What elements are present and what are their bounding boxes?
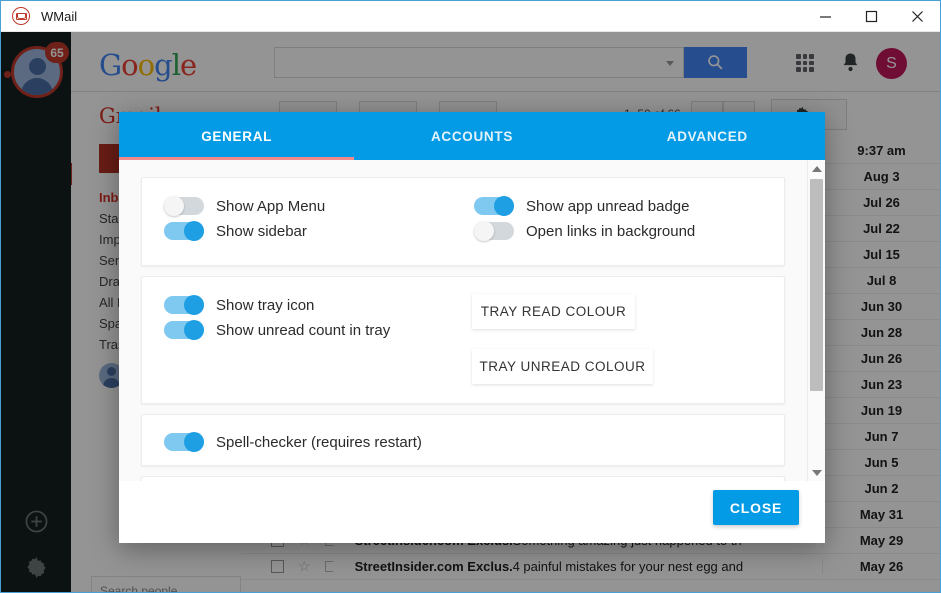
option-label: Show sidebar [216, 222, 307, 240]
tab-accounts[interactable]: ACCOUNTS [354, 112, 589, 160]
option-spell-checker[interactable]: Spell-checker (requires restart) [164, 430, 784, 454]
tray-read-colour-button[interactable]: TRAY READ COLOUR [472, 294, 635, 329]
option-show-app-menu[interactable]: Show App Menu [164, 194, 325, 218]
option-open-links-in-background[interactable]: Open links in background [474, 219, 695, 243]
scrollbar-thumb[interactable] [810, 179, 823, 391]
option-show-app-unread-badge[interactable]: Show app unread badge [474, 194, 695, 218]
settings-footer: CLOSE [119, 481, 825, 543]
settings-body: SSnapFiles Show App Menu Show sidebar [119, 160, 825, 481]
card1-left-column: Show App Menu Show sidebar [164, 194, 325, 244]
option-label: Show App Menu [216, 197, 326, 215]
toggle-show-unread-count-in-tray[interactable] [164, 320, 204, 340]
scroll-down-arrow-icon[interactable] [808, 464, 825, 481]
card2-left-column: Show tray icon Show unread count in tray [164, 293, 390, 343]
option-label: Spell-checker (requires restart) [216, 433, 422, 451]
option-show-unread-count-in-tray[interactable]: Show unread count in tray [164, 318, 390, 342]
wmail-window: WMail Google S Inbox Sent Drafts All Spa… [0, 0, 941, 593]
toggle-spell-checker[interactable] [164, 432, 204, 452]
toggle-show-sidebar[interactable] [164, 221, 204, 241]
wmail-envelope-icon [12, 7, 30, 25]
settings-cards: Show App Menu Show sidebar Show app unre… [119, 160, 807, 481]
card-display-options: Show App Menu Show sidebar Show app unre… [141, 177, 785, 266]
tab-general[interactable]: GENERAL [119, 112, 354, 160]
card1-right-column: Show app unread badge Open links in back… [474, 194, 695, 244]
window-title: WMail [41, 8, 78, 24]
toggle-show-tray-icon[interactable] [164, 295, 204, 315]
tab-advanced[interactable]: ADVANCED [590, 112, 825, 160]
close-button[interactable] [894, 1, 940, 32]
minimize-button[interactable] [802, 1, 848, 32]
option-label: Show unread count in tray [216, 321, 391, 339]
close-dialog-button[interactable]: CLOSE [713, 490, 799, 525]
toggle-open-links-in-background[interactable] [474, 221, 514, 241]
title-bar: WMail [1, 1, 940, 32]
window-controls [802, 1, 940, 32]
card-spell-checker: Spell-checker (requires restart) [141, 414, 785, 466]
toggle-show-app-unread-badge[interactable] [474, 196, 514, 216]
option-label: Open links in background [526, 222, 696, 240]
card-tray-options: Show tray icon Show unread count in tray… [141, 276, 785, 404]
settings-tabs: GENERAL ACCOUNTS ADVANCED [119, 112, 825, 160]
option-label: Show tray icon [216, 296, 315, 314]
settings-scrollbar[interactable] [807, 160, 825, 481]
tray-unread-colour-button[interactable]: TRAY UNREAD COLOUR [472, 349, 653, 384]
maximize-button[interactable] [848, 1, 894, 32]
option-label: Show app unread badge [526, 197, 690, 215]
option-show-tray-icon[interactable]: Show tray icon [164, 293, 390, 317]
option-show-sidebar[interactable]: Show sidebar [164, 219, 325, 243]
settings-dialog: GENERAL ACCOUNTS ADVANCED SSnapFiles Sho… [119, 112, 825, 543]
scroll-up-arrow-icon[interactable] [808, 160, 825, 177]
toggle-show-app-menu[interactable] [164, 196, 204, 216]
